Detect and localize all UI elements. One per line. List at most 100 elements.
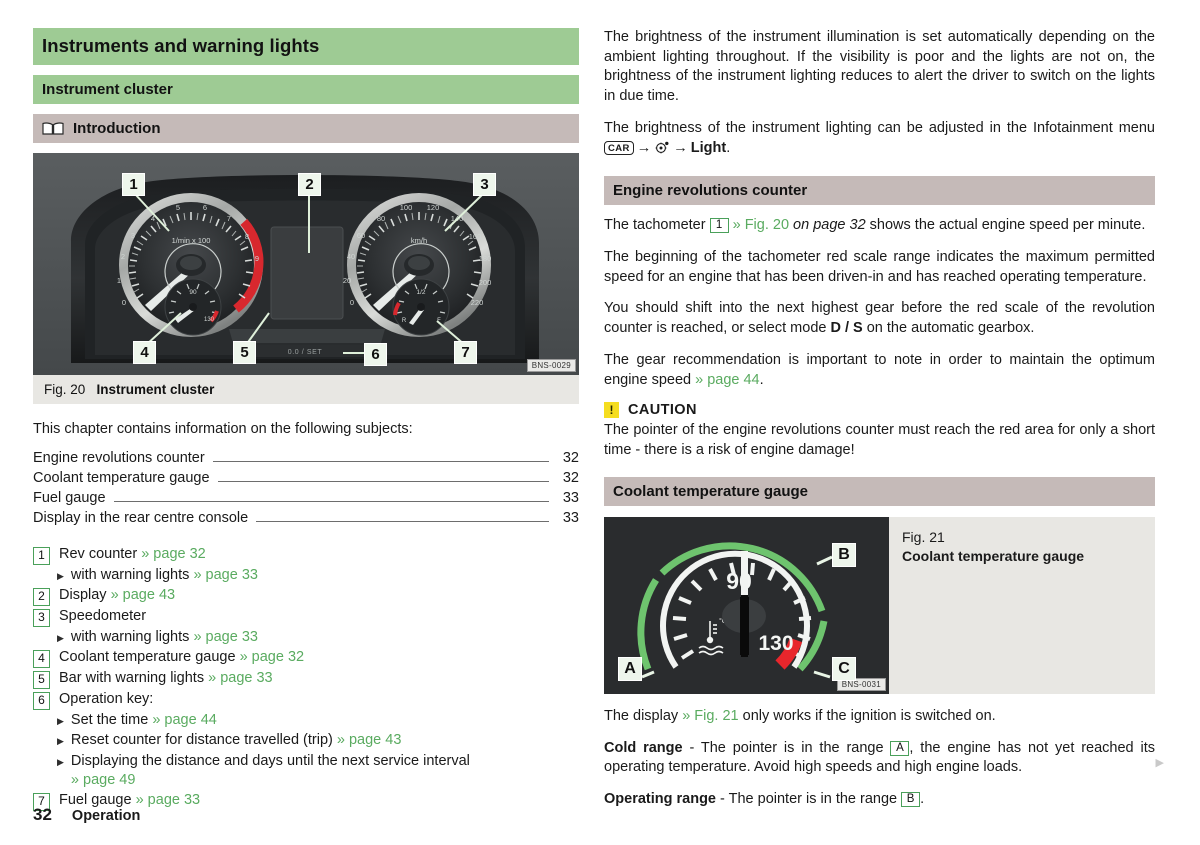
callout-badge: 2 [33,588,50,607]
footer-page-number: 32 [33,805,52,824]
paragraph-infotainment: The brightness of the instrument lightin… [604,119,1155,160]
svg-text:40: 40 [347,252,355,261]
sub-list-item: ▶ with warning lights » page 33 [57,628,579,647]
page-ref-link[interactable]: » page 44 [152,712,217,728]
svg-text:8: 8 [245,232,249,241]
toc-label: Coolant temperature gauge [33,470,210,486]
figure-21-number: Fig. 21 [902,528,945,545]
page-ref-link[interactable]: » page 33 [136,792,201,808]
paragraph-brightness-auto: The brightness of the instrument illumin… [604,29,1155,105]
coolant-dial-130: 130 [758,632,793,655]
left-column: Instruments and warning lights Instrumen… [33,28,579,812]
toc-leader [212,460,549,462]
callout-3: 3 [473,173,496,196]
chapter-heading: Instruments and warning lights [33,28,579,65]
svg-text:20: 20 [343,276,351,285]
caution-label: CAUTION [628,402,697,419]
page-ref-link[interactable]: » page 33 [208,670,273,686]
callout-7: 7 [454,341,477,364]
svg-text:3: 3 [131,231,135,240]
list-item: 4 Coolant temperature gauge » page 32 [33,648,579,669]
page-ref-italic: on page 32 [789,217,866,234]
engine-revolutions-heading: Engine revolutions counter [604,176,1155,206]
toc-label: Fuel gauge [33,490,106,506]
gear-mode-label: D / S [830,320,863,337]
figure-21: 90 130 °C A B C BNS-0031 Fig. 21 Coolant… [604,516,1155,694]
right-column: The brightness of the instrument illumin… [604,28,1155,810]
page-ref-link[interactable]: » page 33 [193,567,258,583]
figure-ref-link[interactable]: » Fig. 20 [733,217,789,233]
toc-label: Display in the rear centre console [33,510,249,526]
page-ref-link[interactable]: » page 44 [695,372,760,388]
page-ref-link[interactable]: » page 43 [111,587,176,603]
toc-row[interactable]: Coolant temperature gauge 32 [33,470,579,487]
svg-text:200: 200 [479,278,492,287]
list-item-label: Speedometer [59,608,147,625]
car-menu-icon[interactable]: CAR [604,140,634,155]
toc-label: Engine revolutions counter [33,450,205,466]
toc-page: 32 [562,450,579,466]
page-ref-link[interactable]: » page 43 [337,732,402,748]
gear-icon [655,141,669,161]
toc-page: 33 [562,510,579,526]
list-item-label: Display » page 43 [59,587,176,604]
paragraph-shift-gear: You should shift into the next highest g… [604,300,1155,337]
page-ref-link[interactable]: » page 32 [240,649,305,665]
warning-icon: ! [604,402,619,419]
sub-list-item: ▶ Displaying the distance and days until… [57,752,579,790]
callout-badge-A: A [890,740,910,756]
callout-A: A [618,656,642,681]
subsection-label: Introduction [73,120,161,137]
toc-page: 32 [562,470,579,486]
page-ref-link[interactable]: » page 49 [71,772,136,788]
list-item-label: Rev counter » page 32 [59,545,579,564]
toc-leader [217,480,549,482]
callout-badge-1: 1 [709,218,729,234]
svg-text:6: 6 [203,203,207,212]
arrow-icon: → [636,139,652,156]
svg-text:1: 1 [117,276,121,285]
arrow-icon-2: → [673,139,688,156]
sub-item-label: with warning lights » page 33 [70,629,258,646]
callout-badge: 1 [33,547,50,565]
toc-leader [113,500,549,502]
list-item: 1 Rev counter » page 32 [33,545,579,565]
callout-badge-B: B [901,791,921,807]
svg-text:180: 180 [479,254,492,263]
sub-item-label: with warning lights » page 33 [70,567,258,583]
callout-badge: 5 [33,671,50,690]
toc-row[interactable]: Engine revolutions counter 32 [33,450,579,467]
svg-text:2: 2 [121,252,125,261]
svg-text:220: 220 [471,298,484,307]
toc-row[interactable]: Fuel gauge 33 [33,490,579,507]
operating-range-label: Operating range [604,790,716,807]
sub-list-item: ▶ Reset counter for distance travelled (… [57,731,579,750]
callout-badge: 6 [33,692,50,711]
component-key-list: 1 Rev counter » page 32 ▶ with warning l… [33,545,579,811]
paragraph-operating-range: Operating range - The pointer is in the … [604,790,925,807]
bullet-triangle-icon: ▶ [57,736,64,747]
page-ref-link[interactable]: » page 33 [193,629,258,645]
coolant-low-label: 90 [189,289,197,296]
fuel-half-label: 1/2 [416,289,425,296]
callout-1: 1 [122,173,145,196]
callout-2: 2 [298,173,321,196]
bullet-triangle-icon: ▶ [57,756,64,767]
footer-section-name: Operation [71,808,141,824]
list-item: 2 Display » page 43 [33,586,579,607]
svg-text:0: 0 [122,298,126,307]
toc-row[interactable]: Display in the rear centre console 33 [33,510,579,527]
callout-6: 6 [364,343,387,366]
page-ref-link[interactable]: » page 32 [141,546,206,562]
toc-page: 33 [562,490,579,506]
paragraph-red-scale: The beginning of the tachometer red scal… [604,249,1155,285]
paragraph-tachometer: The tachometer 1 » Fig. 20 on page 32 sh… [604,217,1146,234]
figure-ref-link[interactable]: » Fig. 21 [682,708,738,724]
paragraph-cold-range: Cold range - The pointer is in the range… [604,739,1155,776]
callout-badge: 4 [33,650,50,669]
callout-5: 5 [233,341,256,364]
svg-text:120: 120 [427,203,440,212]
sub-item-label: Set the time » page 44 [70,712,217,729]
figure-20-caption: Fig. 20 Instrument cluster [33,375,579,404]
sub-item-label: Reset counter for distance travelled (tr… [70,732,402,749]
